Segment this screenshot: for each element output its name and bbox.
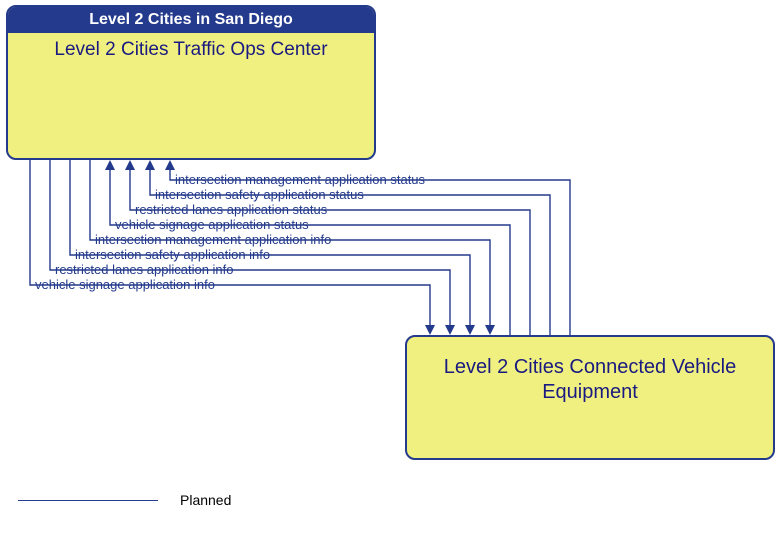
flow-label: intersection safety application info xyxy=(75,247,270,262)
node-title: Level 2 Cities Traffic Ops Center xyxy=(8,33,374,67)
node-connected-vehicle-equipment[interactable]: Level 2 Cities Connected Vehicle Equipme… xyxy=(405,335,775,460)
legend-line-icon xyxy=(18,500,158,501)
flow-label: intersection management application stat… xyxy=(175,172,425,187)
flow-label: vehicle signage application info xyxy=(35,277,215,292)
flow-label: restricted lanes application info xyxy=(55,262,234,277)
node-header: Level 2 Cities in San Diego xyxy=(8,7,374,33)
flow-label: intersection safety application status xyxy=(155,187,364,202)
node-traffic-ops-center[interactable]: Level 2 Cities in San Diego Level 2 Citi… xyxy=(6,5,376,160)
flow-label: intersection management application info xyxy=(95,232,331,247)
flow-label: vehicle signage application status xyxy=(115,217,309,232)
flow-label: restricted lanes application status xyxy=(135,202,327,217)
node-title: Level 2 Cities Connected Vehicle Equipme… xyxy=(407,337,773,411)
legend-label: Planned xyxy=(180,492,231,508)
